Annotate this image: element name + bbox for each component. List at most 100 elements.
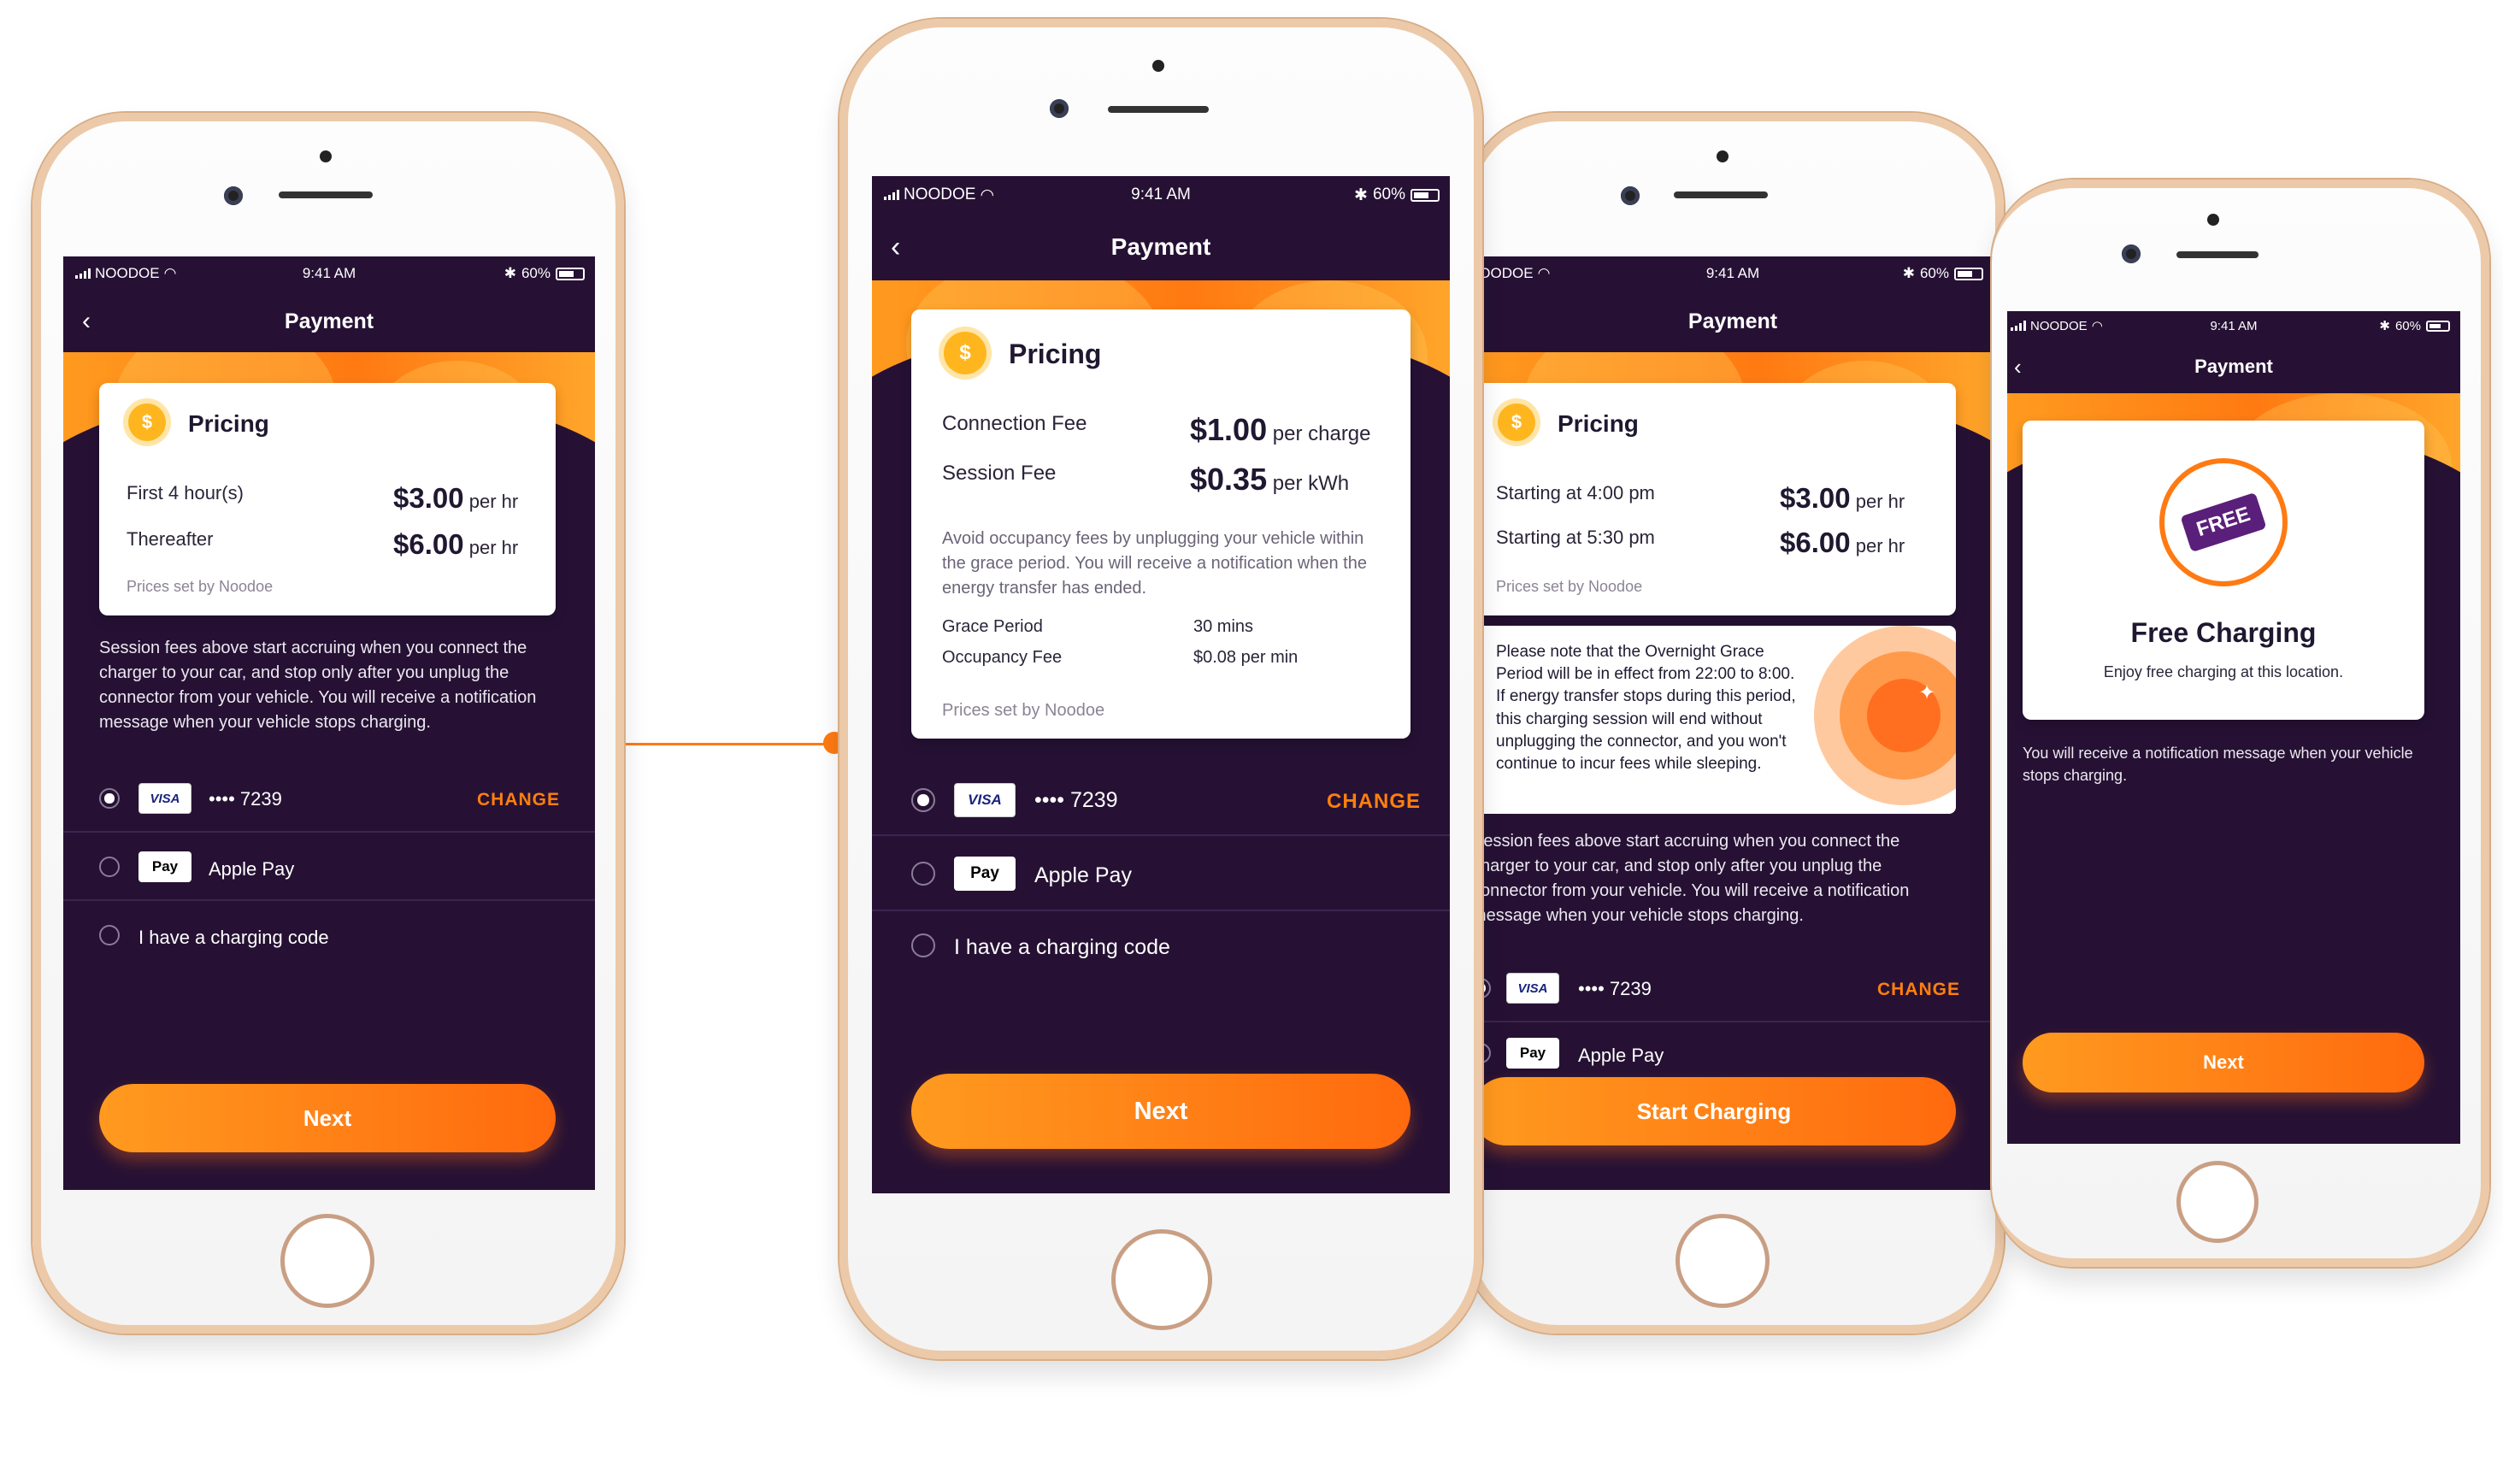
payment-option-visa[interactable]: VISA •••• 7239 CHANGE: [872, 761, 1450, 836]
nav-bar: ‹ Payment: [2007, 340, 2460, 393]
charging-code-label: I have a charging code: [138, 927, 329, 948]
nav-bar: Payment: [1472, 291, 1994, 352]
page-title: Payment: [284, 309, 374, 333]
screen: NOODOE ◠ 9:41 AM ✱ 60% ‹ Payment $ Pricing…: [63, 256, 595, 1190]
dollar-coin-icon: $: [128, 403, 166, 441]
bluetooth-icon: ✱: [1902, 265, 1915, 281]
page-title: Payment: [1110, 233, 1211, 260]
prices-note: Prices set by Noodoe: [127, 578, 274, 595]
pricing-title: Pricing: [1009, 339, 1102, 369]
change-button[interactable]: CHANGE: [477, 790, 560, 810]
visa-card-icon: VISA: [954, 783, 1016, 817]
front-camera: [224, 186, 243, 205]
radio-selected[interactable]: [99, 788, 120, 809]
card-number: •••• 7239: [209, 788, 282, 810]
payment-option-visa[interactable]: VISA •••• 7239 CHANGE: [1472, 954, 1994, 1022]
apple-pay-icon: Pay: [1506, 1038, 1559, 1069]
apple-pay-icon: Pay: [954, 857, 1016, 891]
status-bar: NOODOE ◠ 9:41 AM ✱ 60%: [63, 256, 595, 291]
battery: ✱ 60%: [1903, 265, 1983, 282]
start-charging-button[interactable]: Start Charging: [1472, 1077, 1956, 1145]
pricing-card: $ Pricing First 4 hour(s) $3.00 per hr T…: [99, 383, 556, 615]
flow-connector-line: [622, 743, 838, 745]
prices-note: Prices set by Noodoe: [942, 701, 1105, 720]
overnight-note-text: Please note that the Overnight Grace Per…: [1496, 643, 1796, 774]
home-button[interactable]: [1676, 1214, 1770, 1308]
radio-unselected[interactable]: [99, 925, 120, 945]
session-fee-description: Session fees above start accruing when y…: [1472, 832, 1910, 925]
free-charging-card: FREE Free Charging Enjoy free charging a…: [2023, 421, 2424, 720]
apple-pay-label: Apple Pay: [1578, 1045, 1664, 1066]
radio-selected[interactable]: [911, 788, 935, 812]
earpiece-speaker: [279, 191, 373, 198]
front-camera: [2122, 244, 2141, 263]
home-button[interactable]: [2176, 1161, 2259, 1243]
prices-note: Prices set by Noodoe: [1496, 578, 1643, 595]
payment-option-code[interactable]: I have a charging code: [63, 901, 595, 969]
radio-unselected[interactable]: [99, 857, 120, 877]
phone-4: NOODOE ◠ 9:41 AM ✱ 60% ‹ Payment FREE Free…: [1992, 180, 2489, 1267]
visa-card-icon: VISA: [1506, 973, 1559, 1004]
home-button[interactable]: [280, 1214, 374, 1308]
front-sensor: [2207, 214, 2219, 226]
screen: NOODOE ◠ 9:41 AM ✱ 60% ‹ Payment $ Pricing…: [872, 176, 1450, 1193]
pricing-title: Pricing: [1558, 410, 1639, 437]
nav-bar: ‹ Payment: [872, 214, 1450, 280]
battery-icon: [2426, 320, 2450, 332]
dollar-coin-icon: $: [944, 332, 986, 374]
grace-period-label: Grace Period: [942, 617, 1043, 636]
chevron-left-icon[interactable]: ‹: [82, 307, 91, 336]
overnight-grace-note: Please note that the Overnight Grace Per…: [1472, 626, 1956, 814]
chevron-left-icon[interactable]: ‹: [891, 231, 900, 264]
payment-option-apple-pay[interactable]: Pay Apple Pay: [63, 833, 595, 901]
free-badge: FREE: [2180, 492, 2267, 553]
next-button[interactable]: Next: [99, 1084, 556, 1152]
notification-description: You will receive a notification message …: [2023, 745, 2413, 785]
dollar-coin-icon: $: [1498, 403, 1535, 441]
phone-2: NOODOE ◠ 9:41 AM ✱ 60% ‹ Payment $ Pricing…: [839, 19, 1482, 1359]
home-button[interactable]: [1111, 1229, 1212, 1330]
payment-option-visa[interactable]: VISA •••• 7239 CHANGE: [63, 763, 595, 833]
payment-option-apple-pay[interactable]: Pay Apple Pay: [872, 836, 1450, 911]
next-button[interactable]: Next: [2023, 1033, 2424, 1092]
battery-icon: [1954, 267, 1983, 280]
front-camera: [1621, 186, 1640, 205]
page-title: Payment: [1687, 309, 1778, 333]
radio-unselected[interactable]: [911, 862, 935, 886]
phone-3: NOODOE ◠ 9:41 AM ✱ 60% Payment $ Pricing S…: [1464, 113, 2004, 1334]
battery-icon: [556, 267, 585, 280]
bluetooth-icon: ✱: [504, 265, 516, 281]
pricing-card: $ Pricing Starting at 4:00 pm $3.00 per …: [1472, 383, 1956, 615]
bluetooth-icon: ✱: [1354, 186, 1368, 204]
status-bar: NOODOE ◠ 9:41 AM ✱ 60%: [872, 176, 1450, 214]
earpiece-speaker: [2176, 251, 2259, 258]
charging-code-label: I have a charging code: [954, 935, 1170, 959]
payment-option-code[interactable]: I have a charging code: [872, 911, 1450, 986]
card-number: •••• 7239: [1034, 788, 1118, 812]
free-charging-subtitle: Enjoy free charging at this location.: [2103, 663, 2344, 680]
radio-unselected[interactable]: [911, 933, 935, 957]
card-number: •••• 7239: [1578, 978, 1652, 999]
status-bar: NOODOE ◠ 9:41 AM ✱ 60%: [1472, 256, 1994, 291]
earpiece-speaker: [1108, 106, 1209, 113]
grace-period-value: 30 mins: [1193, 617, 1254, 636]
pricing-card: $ Pricing Connection Fee $1.00 per charg…: [911, 309, 1411, 739]
chevron-left-icon[interactable]: ‹: [2014, 354, 2022, 380]
earpiece-speaker: [1674, 191, 1768, 198]
front-sensor: [320, 150, 332, 162]
apple-pay-icon: Pay: [138, 851, 191, 882]
session-fee-description: Session fees above start accruing when y…: [99, 639, 537, 732]
bluetooth-icon: ✱: [2379, 319, 2390, 333]
change-button[interactable]: CHANGE: [1877, 980, 1960, 1000]
occupancy-note: Avoid occupancy fees by unplugging your …: [942, 529, 1367, 598]
front-sensor: [1152, 60, 1164, 72]
battery: ✱ 60%: [2379, 318, 2450, 333]
phone-1: NOODOE ◠ 9:41 AM ✱ 60% ‹ Payment $ Pricing…: [32, 113, 624, 1334]
sparkle-icon: ✦: [1918, 681, 1936, 704]
next-button[interactable]: Next: [911, 1074, 1411, 1149]
nav-bar: ‹ Payment: [63, 291, 595, 352]
battery: ✱ 60%: [1354, 186, 1440, 205]
status-bar: NOODOE ◠ 9:41 AM ✱ 60%: [2007, 311, 2460, 340]
change-button[interactable]: CHANGE: [1327, 790, 1421, 814]
occupancy-fee-value: $0.08 per min: [1193, 648, 1299, 667]
